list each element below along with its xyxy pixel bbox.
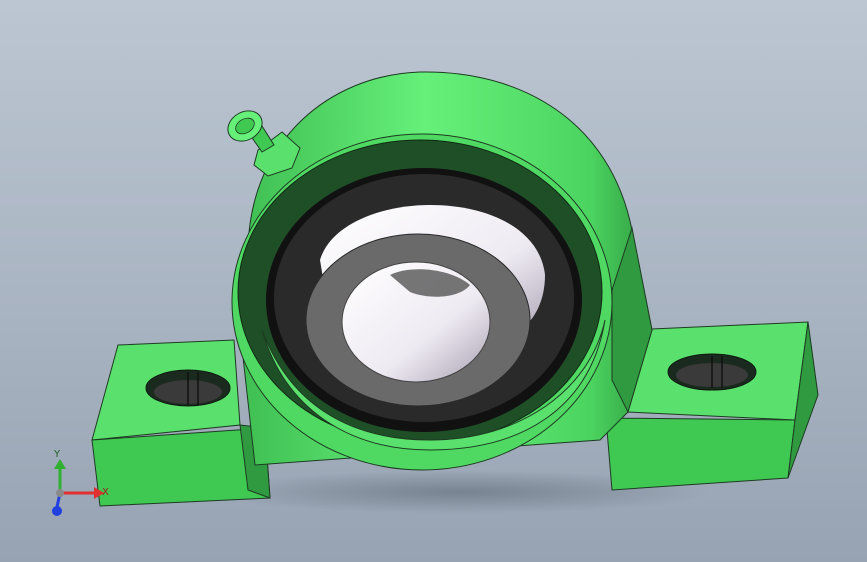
- axis-triad: Y X: [52, 449, 109, 516]
- z-axis-arrow: [52, 506, 62, 516]
- bearing-housing[interactable]: [231, 71, 653, 471]
- triad-origin: [56, 489, 64, 497]
- grease-fitting[interactable]: [222, 105, 301, 177]
- y-axis-label: Y: [53, 449, 61, 460]
- pillow-block-bearing-model[interactable]: [0, 0, 867, 562]
- right-foot-front-face: [605, 417, 796, 491]
- graphics-viewport[interactable]: Y X: [0, 0, 867, 562]
- x-axis-label: X: [102, 487, 109, 498]
- y-axis-arrow: [54, 459, 66, 469]
